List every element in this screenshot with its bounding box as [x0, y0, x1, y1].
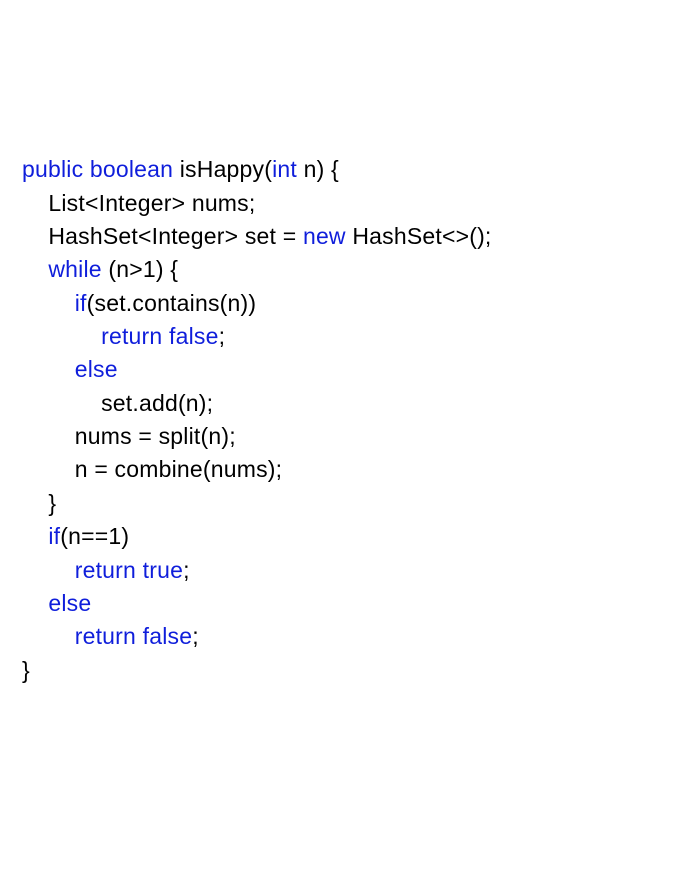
code-line-4: while (n>1) {: [22, 253, 678, 286]
code-line-3: HashSet<Integer> set = new HashSet<>();: [22, 220, 678, 253]
code-token: return: [75, 623, 136, 649]
code-token: n = combine(nums);: [75, 456, 283, 482]
code-line-7: else: [22, 353, 678, 386]
code-token: return: [75, 557, 136, 583]
code-token: [162, 323, 169, 349]
code-token: while: [48, 256, 101, 282]
code-token: else: [48, 590, 91, 616]
code-line-12: if(n==1): [22, 520, 678, 553]
code-line-11: }: [22, 487, 678, 520]
code-token: n) {: [297, 156, 339, 182]
code-line-0: public boolean isHappy(int n) {: [22, 153, 678, 186]
code-token: ;: [192, 623, 199, 649]
code-token: false: [169, 323, 219, 349]
code-token: int: [272, 156, 297, 182]
code-token: true: [143, 557, 183, 583]
code-token: (n>1) {: [102, 256, 178, 282]
code-line-2: List<Integer> nums;: [22, 187, 678, 220]
code-line-16: }: [22, 654, 678, 687]
code-line-13: return true;: [22, 554, 678, 587]
code-token: if: [48, 523, 60, 549]
code-token: nums = split(n);: [75, 423, 236, 449]
code-token: else: [75, 356, 118, 382]
code-token: HashSet<Integer> set =: [48, 223, 303, 249]
code-token: new: [303, 223, 346, 249]
code-line-10: n = combine(nums);: [22, 453, 678, 486]
code-token: if: [75, 290, 87, 316]
code-token: ;: [219, 323, 226, 349]
code-token: HashSet<>();: [346, 223, 492, 249]
code-token: [136, 623, 143, 649]
code-token: List<Integer> nums;: [48, 190, 255, 216]
code-token: (set.contains(n)): [87, 290, 257, 316]
code-line-14: else: [22, 587, 678, 620]
code-token: boolean: [90, 156, 173, 182]
code-token: [83, 156, 90, 182]
code-token: }: [22, 657, 30, 683]
code-token: (n==1): [60, 523, 129, 549]
code-line-5: if(set.contains(n)): [22, 287, 678, 320]
code-token: set.add(n);: [101, 390, 213, 416]
code-token: }: [48, 490, 56, 516]
code-block: public boolean isHappy(int n) { List<Int…: [22, 153, 678, 687]
code-token: public: [22, 156, 83, 182]
code-line-15: return false;: [22, 620, 678, 653]
code-token: ;: [183, 557, 190, 583]
code-line-6: return false;: [22, 320, 678, 353]
code-line-9: nums = split(n);: [22, 420, 678, 453]
code-token: isHappy(: [173, 156, 272, 182]
code-line-8: set.add(n);: [22, 387, 678, 420]
code-token: return: [101, 323, 162, 349]
code-token: false: [143, 623, 193, 649]
code-token: [136, 557, 143, 583]
